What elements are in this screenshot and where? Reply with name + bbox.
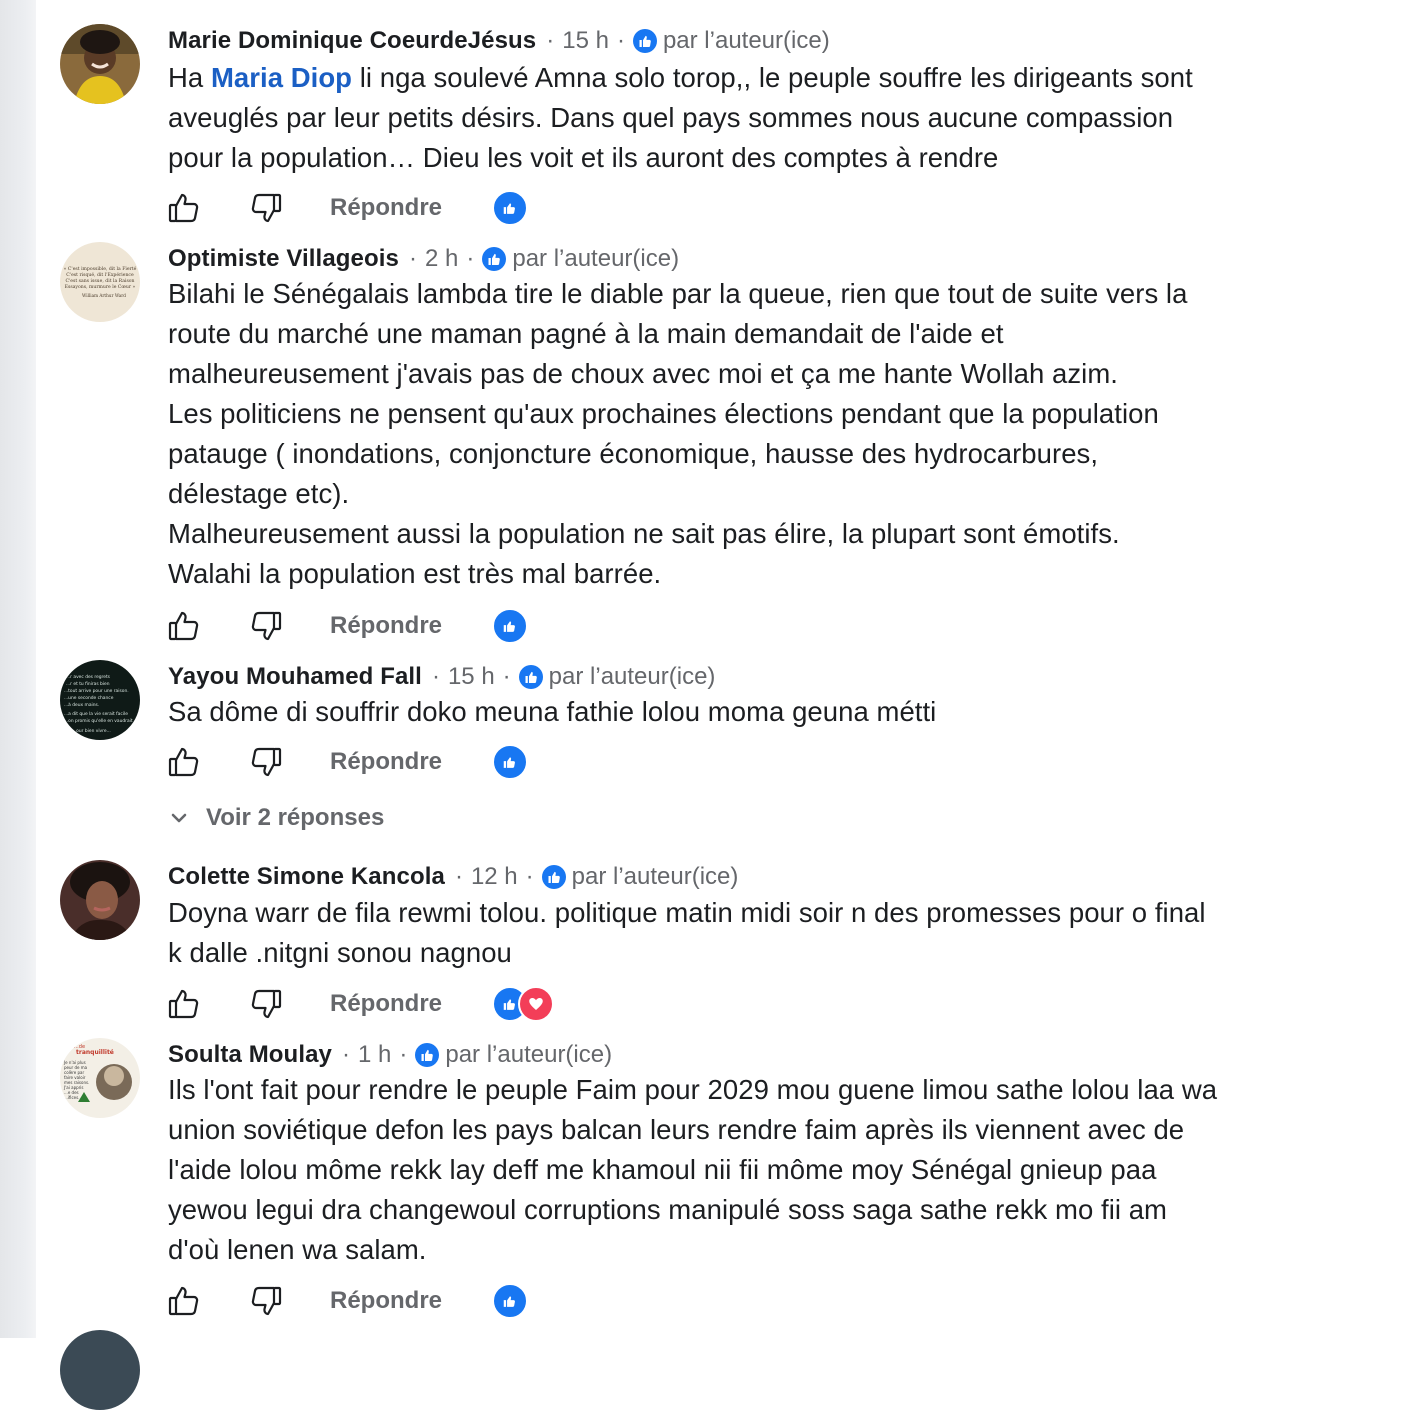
reaction-summary[interactable]	[492, 986, 555, 1022]
reply-button[interactable]: Répondre	[330, 990, 442, 1018]
thumbs-down-icon[interactable]	[246, 606, 286, 646]
avatar[interactable]	[60, 1330, 140, 1410]
thumbs-down-icon[interactable]	[246, 1281, 286, 1321]
author-badge: par l’auteur(ice)	[662, 27, 830, 54]
thumbs-up-icon[interactable]	[164, 742, 204, 782]
svg-text:...r avec des regrets: ...r avec des regrets	[66, 674, 111, 680]
timestamp[interactable]: 12 h	[471, 863, 518, 891]
timestamp[interactable]: 2 h	[425, 245, 458, 273]
separator: ·	[546, 27, 555, 54]
author-like-icon	[632, 29, 657, 53]
author-like-icon	[415, 1043, 440, 1067]
svg-text:...on promis qu'elle en vaudra: ...on promis qu'elle en vaudrait	[64, 718, 133, 724]
avatar-photo: ...r avec des regrets ...r et tu finiras…	[60, 660, 140, 740]
author-name[interactable]: Yayou Mouhamed Fall	[168, 663, 422, 691]
avatar[interactable]	[60, 860, 140, 940]
svg-text:C'est sans issue, dit la Raiso: C'est sans issue, dit la Raison	[65, 278, 134, 284]
comment-text: Sa dôme di souffrir doko meuna fathie lo…	[168, 696, 937, 727]
svg-text:...à deux mains.: ...à deux mains.	[64, 701, 99, 708]
like-reaction-icon	[492, 744, 529, 780]
separator: ·	[341, 1041, 350, 1068]
view-replies-button[interactable]: Voir 2 réponses	[164, 800, 384, 836]
avatar-photo: ...de tranquillité Je n'ai plus peur de …	[60, 1038, 140, 1118]
thumbs-down-icon[interactable]	[246, 984, 286, 1024]
reaction-summary[interactable]	[492, 1283, 529, 1319]
timestamp[interactable]: 15 h	[448, 663, 495, 691]
like-reaction-icon	[492, 608, 529, 644]
like-reaction-icon	[492, 1283, 529, 1319]
separator: ·	[502, 663, 511, 690]
thumbs-up-icon[interactable]	[164, 606, 204, 646]
svg-text:...tout arrive pour une raison: ...tout arrive pour une raison.	[64, 688, 129, 694]
author-like-icon	[541, 865, 566, 889]
avatar-photo	[60, 860, 140, 940]
author-badge: par l’auteur(ice)	[571, 863, 739, 890]
separator: ·	[399, 1041, 408, 1068]
avatar[interactable]: ...r avec des regrets ...r et tu finiras…	[60, 660, 140, 740]
mention-link[interactable]: Maria Diop	[211, 62, 352, 93]
comment-text: Ha Maria Diop li nga soulevé Amna solo t…	[168, 62, 1193, 173]
separator: ·	[466, 245, 475, 272]
chevron-down-icon	[164, 811, 194, 825]
avatar-photo	[60, 24, 140, 104]
thumbs-up-icon[interactable]	[164, 1281, 204, 1321]
comment-text: Bilahi le Sénégalais lambda tire le diab…	[168, 278, 1188, 589]
svg-text:Essayons, murmure le Cœur »: Essayons, murmure le Cœur »	[65, 284, 136, 290]
author-badge: par l’auteur(ice)	[512, 245, 680, 272]
svg-text:« C'est impossible, dit la Fie: « C'est impossible, dit la Fierté	[64, 265, 137, 272]
thumbs-down-icon[interactable]	[246, 188, 286, 228]
svg-text:...une seconde chance: ...une seconde chance	[64, 695, 114, 701]
author-name[interactable]: Soulta Moulay	[168, 1041, 332, 1069]
svg-text:...ifices.: ...ifices.	[64, 1095, 79, 1100]
author-name[interactable]: Marie Dominique CoeurdeJésus	[168, 27, 536, 55]
reply-button[interactable]: Répondre	[330, 1287, 442, 1315]
author-badge: par l’auteur(ice)	[445, 1041, 613, 1068]
svg-text:C'est risqué, dit l'Expérience: C'est risqué, dit l'Expérience	[66, 271, 134, 278]
separator: ·	[525, 863, 534, 890]
timestamp[interactable]: 1 h	[358, 1041, 391, 1069]
thumbs-down-icon[interactable]	[246, 742, 286, 782]
separator: ·	[431, 663, 440, 690]
separator: ·	[616, 27, 625, 54]
svg-text:tranquillité: tranquillité	[76, 1049, 114, 1056]
author-badge: par l’auteur(ice)	[548, 663, 716, 690]
timestamp[interactable]: 15 h	[562, 27, 609, 55]
left-gutter	[0, 0, 36, 1338]
reaction-summary[interactable]	[492, 744, 529, 780]
avatar-photo: « C'est impossible, dit la Fierté C'est …	[60, 242, 140, 322]
thumbs-up-icon[interactable]	[164, 984, 204, 1024]
author-like-icon	[518, 665, 543, 689]
author-like-icon	[482, 247, 507, 271]
svg-text:...r et tu finiras bien: ...r et tu finiras bien	[66, 681, 110, 687]
comment-text: Doyna warr de fila rewmi tolou. politiqu…	[168, 897, 1206, 968]
reply-button[interactable]: Répondre	[330, 194, 442, 222]
avatar[interactable]	[60, 24, 140, 104]
thumbs-up-icon[interactable]	[164, 188, 204, 228]
author-name[interactable]: Optimiste Villageois	[168, 245, 399, 273]
reply-button[interactable]: Répondre	[330, 748, 442, 776]
svg-text:...a dit que la vie serait fac: ...a dit que la vie serait facile	[64, 711, 128, 717]
reply-button[interactable]: Répondre	[330, 612, 442, 640]
separator: ·	[454, 863, 463, 890]
view-replies-label: Voir 2 réponses	[206, 804, 385, 831]
reaction-summary[interactable]	[492, 190, 529, 226]
svg-text:...our bien vivre...: ...our bien vivre...	[72, 728, 111, 734]
like-reaction-icon	[492, 190, 529, 226]
avatar[interactable]: « C'est impossible, dit la Fierté C'est …	[60, 242, 140, 322]
comment-text: Ils l'ont fait pour rendre le peuple Fai…	[168, 1074, 1218, 1265]
reaction-summary[interactable]	[492, 608, 529, 644]
separator: ·	[408, 245, 417, 272]
author-name[interactable]: Colette Simone Kancola	[168, 863, 445, 891]
heart-reaction-icon	[518, 986, 555, 1022]
avatar[interactable]: ...de tranquillité Je n'ai plus peur de …	[60, 1038, 140, 1118]
svg-text:William Arthur Ward: William Arthur Ward	[82, 293, 126, 298]
